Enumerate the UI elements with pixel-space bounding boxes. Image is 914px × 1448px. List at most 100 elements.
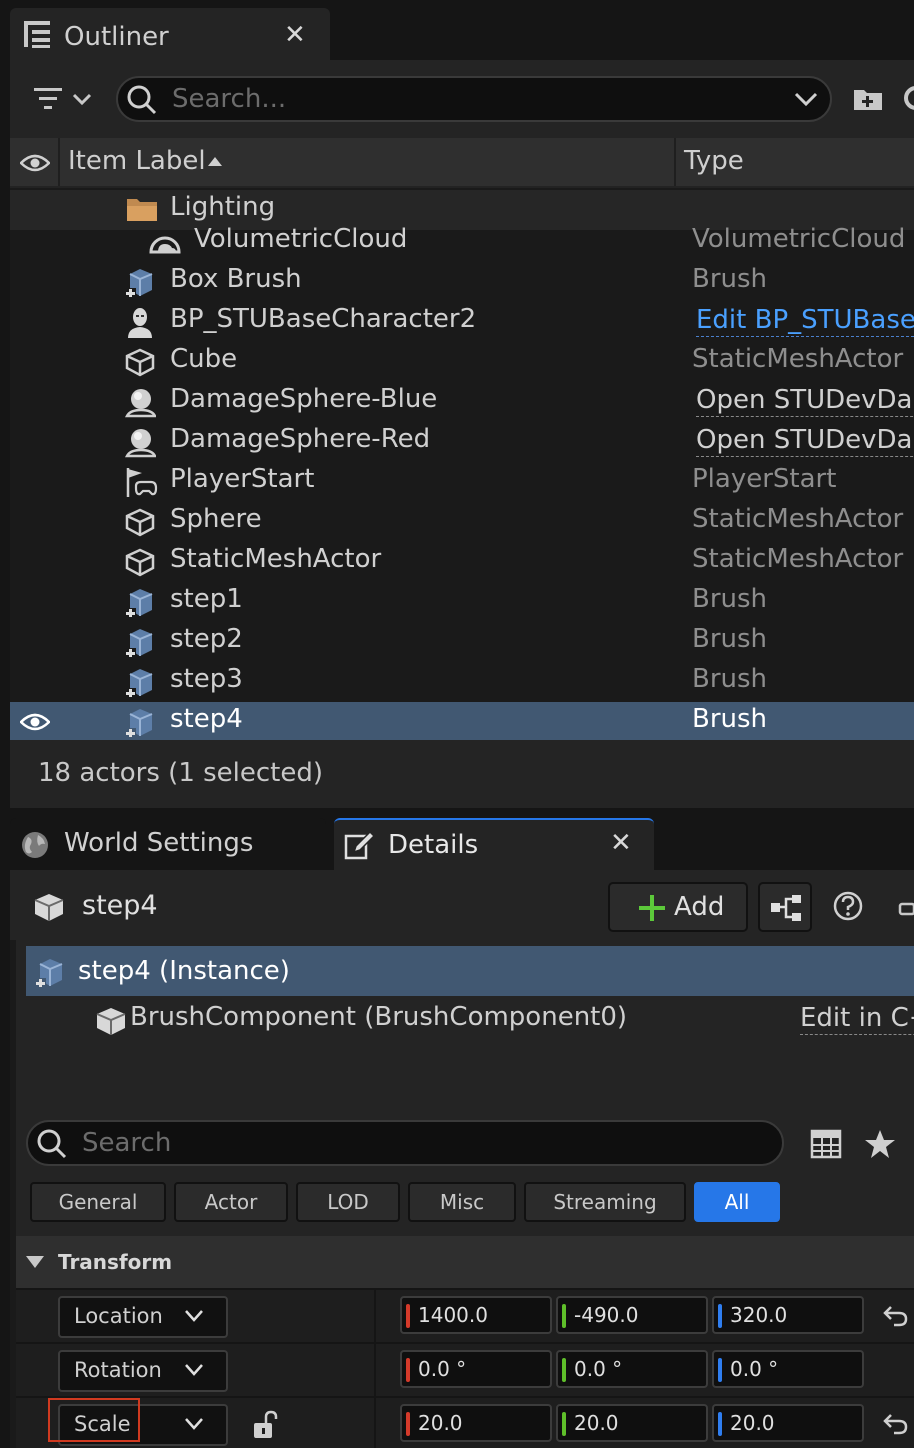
outliner-panel: Outliner ✕ Search... Item Label Type Lig…	[10, 0, 914, 808]
add-folder-icon[interactable]	[852, 82, 884, 114]
column-divider[interactable]	[674, 138, 676, 186]
brush-icon	[124, 666, 156, 698]
filter-icon[interactable]	[32, 84, 98, 114]
chevron-down-icon	[184, 1308, 204, 1324]
tree-row[interactable]: StaticMeshActor StaticMeshActor	[10, 542, 914, 582]
add-component-button[interactable]: Add	[608, 882, 748, 932]
axis-y-marker	[562, 1412, 566, 1436]
tab-outliner[interactable]: Outliner ✕	[10, 8, 330, 60]
component-row[interactable]: BrushComponent (BrushComponent0) Edit in…	[16, 998, 914, 1044]
filter-general[interactable]: General	[30, 1182, 166, 1222]
rotation-combo[interactable]: Rotation	[58, 1350, 228, 1392]
open-blueprint-link[interactable]: Open STUDevDam	[696, 384, 914, 417]
outliner-toolbar: Search...	[10, 60, 914, 138]
outliner-tab-bar: Outliner ✕	[10, 0, 914, 60]
axis-z-marker	[718, 1304, 722, 1328]
help-icon[interactable]	[832, 890, 864, 922]
column-type[interactable]: Type	[684, 146, 744, 176]
row-label: step3	[170, 664, 243, 694]
lock-icon[interactable]	[898, 900, 914, 916]
outliner-tab-title: Outliner	[64, 22, 169, 52]
world-settings-tab-title: World Settings	[64, 828, 254, 858]
scale-y-input[interactable]: 20.0	[556, 1404, 708, 1442]
filter-all[interactable]: All	[694, 1182, 780, 1222]
tab-world-settings[interactable]: World Settings	[10, 818, 326, 870]
filter-streaming[interactable]: Streaming	[524, 1182, 686, 1222]
scale-highlight-annotation	[48, 1398, 140, 1442]
edit-blueprint-link[interactable]: Edit BP_STUBaseC	[696, 304, 914, 337]
unlock-icon[interactable]	[252, 1410, 280, 1440]
filter-actor[interactable]: Actor	[174, 1182, 288, 1222]
plus-icon	[638, 894, 666, 922]
location-combo[interactable]: Location	[58, 1296, 228, 1338]
blueprint-hierarchy-button[interactable]	[758, 882, 812, 932]
location-x-value: 1400.0	[418, 1303, 488, 1327]
row-label: StaticMeshActor	[170, 544, 382, 574]
tab-details[interactable]: Details ✕	[334, 818, 654, 870]
row-label: step2	[170, 624, 243, 654]
column-item-label[interactable]: Item Label	[68, 146, 206, 176]
column-divider	[58, 138, 60, 186]
visibility-eye-icon[interactable]	[20, 152, 50, 174]
tree-row[interactable]: BP_STUBaseCharacter2 Edit BP_STUBaseC	[10, 302, 914, 342]
location-label: Location	[74, 1304, 163, 1328]
location-z-value: 320.0	[730, 1303, 788, 1327]
outliner-search-input[interactable]: Search...	[116, 76, 832, 122]
tree-row[interactable]: Box Brush Brush	[10, 262, 914, 302]
rotation-z-input[interactable]: 0.0 °	[712, 1350, 864, 1388]
axis-x-marker	[406, 1358, 410, 1382]
rotation-x-input[interactable]: 0.0 °	[400, 1350, 552, 1388]
component-instance-row[interactable]: step4 (Instance)	[26, 946, 914, 996]
location-x-input[interactable]: 1400.0	[400, 1296, 552, 1334]
tree-row[interactable]: PlayerStart PlayerStart	[10, 462, 914, 502]
filter-misc[interactable]: Misc	[408, 1182, 516, 1222]
rotation-y-input[interactable]: 0.0 °	[556, 1350, 708, 1388]
category-transform[interactable]: Transform	[16, 1236, 914, 1288]
reset-arrow-icon[interactable]	[882, 1304, 908, 1328]
open-blueprint-link[interactable]: Open STUDevDam	[696, 424, 914, 457]
tree-row[interactable]: step3 Brush	[10, 662, 914, 702]
visibility-eye-icon[interactable]	[20, 711, 50, 733]
column-divider	[374, 1290, 376, 1344]
tree-row[interactable]: DamageSphere-Red Open STUDevDam	[10, 422, 914, 462]
location-y-value: -490.0	[574, 1303, 639, 1327]
tree-row[interactable]: step2 Brush	[10, 622, 914, 662]
component-tree: step4 (Instance) BrushComponent (BrushCo…	[16, 940, 914, 1106]
rotation-x-value: 0.0 °	[418, 1357, 467, 1381]
tree-row[interactable]: step1 Brush	[10, 582, 914, 622]
edit-in-cpp-link[interactable]: Edit in C+	[800, 1002, 914, 1035]
tree-row[interactable]: Sphere StaticMeshActor	[10, 502, 914, 542]
table-view-icon[interactable]	[810, 1128, 842, 1160]
globe-icon	[20, 830, 50, 860]
actor-count: 18 actors (1 selected)	[38, 758, 324, 788]
selected-actor-name[interactable]: step4	[82, 890, 158, 921]
static-mesh-icon	[32, 890, 66, 924]
chevron-down-icon	[184, 1416, 204, 1432]
axis-y-marker	[562, 1358, 566, 1382]
row-type: Brush	[692, 664, 768, 694]
filter-lod[interactable]: LOD	[296, 1182, 400, 1222]
settings-gear-icon[interactable]	[900, 82, 914, 114]
tree-row[interactable]: Cube StaticMeshActor	[10, 342, 914, 382]
reset-arrow-icon[interactable]	[882, 1412, 908, 1436]
chevron-down-icon	[184, 1362, 204, 1378]
component-instance-label: step4 (Instance)	[78, 956, 290, 986]
edit-pencil-icon	[344, 830, 376, 862]
tree-row[interactable]: DamageSphere-Blue Open STUDevDam	[10, 382, 914, 422]
row-label: Lighting	[170, 192, 276, 222]
star-icon[interactable]	[864, 1128, 896, 1160]
tree-row-selected[interactable]: step4 Brush	[10, 702, 914, 740]
tree-row[interactable]: VolumetricCloud VolumetricCloud	[10, 222, 914, 262]
cloud-icon	[148, 226, 182, 256]
close-icon[interactable]: ✕	[610, 828, 632, 858]
location-z-input[interactable]: 320.0	[712, 1296, 864, 1334]
details-search-input[interactable]: Search	[26, 1120, 784, 1166]
scale-z-input[interactable]: 20.0	[712, 1404, 864, 1442]
location-y-input[interactable]: -490.0	[556, 1296, 708, 1334]
close-icon[interactable]: ✕	[284, 20, 306, 50]
chevron-down-icon[interactable]	[794, 90, 818, 110]
search-placeholder: Search	[82, 1128, 172, 1158]
scale-z-value: 20.0	[730, 1411, 775, 1435]
scale-x-input[interactable]: 20.0	[400, 1404, 552, 1442]
row-label: Sphere	[170, 504, 262, 534]
